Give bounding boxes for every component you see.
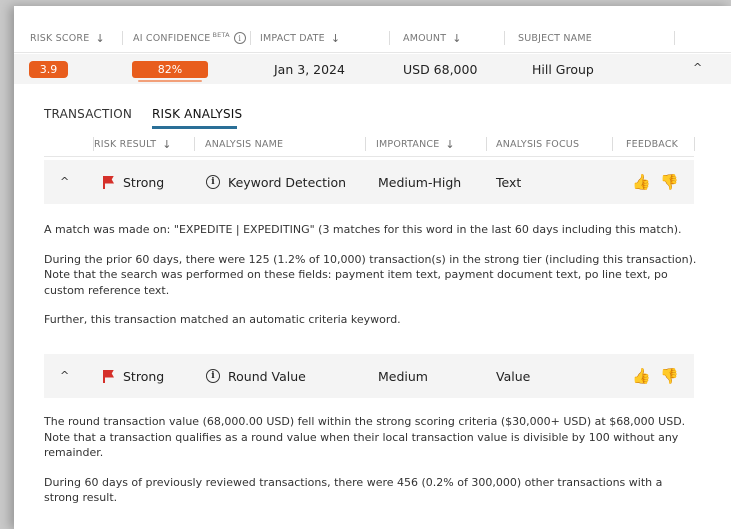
column-ai-confidence[interactable]: AI CONFIDENCE BETA i xyxy=(133,23,246,53)
thumbs-up-icon[interactable]: 👍 xyxy=(632,367,651,385)
analysis-table-header: RISK RESULT ↓ ANALYSIS NAME IMPORTANCE ↓… xyxy=(44,131,695,157)
column-amount[interactable]: AMOUNT ↓ xyxy=(403,23,462,53)
column-risk-result-label: RISK RESULT xyxy=(94,138,157,150)
risk-result-label: Strong xyxy=(123,174,165,190)
analysis-description-keyword-detection: A match was made on: "EXPEDITE | EXPEDIT… xyxy=(44,222,699,342)
tab-transaction[interactable]: TRANSACTION xyxy=(44,107,132,121)
sort-arrow-icon[interactable]: ↓ xyxy=(95,32,104,45)
column-impact-date-label: IMPACT DATE xyxy=(260,32,325,44)
collapse-chevron-icon[interactable]: ^ xyxy=(60,369,69,382)
importance-cell: Medium-High xyxy=(378,174,462,190)
column-importance[interactable]: IMPORTANCE ↓ xyxy=(376,131,455,157)
column-subject-name[interactable]: SUBJECT NAME xyxy=(518,23,592,53)
sort-arrow-icon[interactable]: ↓ xyxy=(331,32,340,45)
analysis-name-label: Round Value xyxy=(228,368,306,384)
column-divider xyxy=(504,31,505,45)
importance-cell: Medium xyxy=(378,368,428,384)
column-risk-result[interactable]: RISK RESULT ↓ xyxy=(94,131,172,157)
analysis-focus-cell: Value xyxy=(496,368,531,384)
column-risk-score-label: RISK SCORE xyxy=(30,32,90,44)
column-ai-confidence-label: AI CONFIDENCE xyxy=(133,32,211,44)
column-feedback-label: FEEDBACK xyxy=(626,138,679,150)
column-divider xyxy=(365,137,366,151)
ai-confidence-bar: 82% xyxy=(132,61,208,82)
transaction-row[interactable]: 3.9 82% Jan 3, 2024 USD 68,000 Hill Grou… xyxy=(14,54,731,84)
column-subject-name-label: SUBJECT NAME xyxy=(518,32,592,44)
collapse-chevron-icon[interactable]: ^ xyxy=(693,61,702,74)
column-analysis-focus[interactable]: ANALYSIS FOCUS xyxy=(496,131,579,157)
description-paragraph: Further, this transaction matched an aut… xyxy=(44,313,401,326)
analysis-name-cell: i Round Value xyxy=(206,354,306,398)
column-risk-score[interactable]: RISK SCORE ↓ xyxy=(30,23,105,53)
analysis-name-label: Keyword Detection xyxy=(228,174,347,190)
sort-arrow-icon[interactable]: ↓ xyxy=(162,138,171,151)
thumbs-down-icon[interactable]: 👎 xyxy=(660,173,679,191)
analysis-focus-cell: Text xyxy=(496,174,522,190)
column-divider xyxy=(194,137,195,151)
column-analysis-name[interactable]: ANALYSIS NAME xyxy=(205,131,283,157)
column-divider xyxy=(694,137,695,151)
info-icon[interactable]: i xyxy=(206,175,220,189)
sort-arrow-icon[interactable]: ↓ xyxy=(452,32,461,45)
description-paragraph: The round transaction value (68,000.00 U… xyxy=(44,415,686,459)
flag-icon xyxy=(103,175,115,189)
column-analysis-focus-label: ANALYSIS FOCUS xyxy=(496,138,580,150)
column-importance-label: IMPORTANCE xyxy=(376,138,440,150)
beta-badge: BETA xyxy=(212,31,230,39)
risk-score-badge: 3.9 xyxy=(29,61,68,78)
column-feedback: FEEDBACK xyxy=(626,131,678,157)
thumbs-down-icon[interactable]: 👎 xyxy=(660,367,679,385)
active-tab-indicator xyxy=(152,126,237,129)
transaction-panel: RISK SCORE ↓ AI CONFIDENCE BETA i IMPACT… xyxy=(14,6,731,529)
column-divider xyxy=(250,31,251,45)
column-divider xyxy=(612,137,613,151)
column-divider xyxy=(122,31,123,45)
subject-name-cell: Hill Group xyxy=(532,61,594,77)
analysis-row-round-value[interactable]: ^ Strong i Round Value Medium Value 👍 👎 xyxy=(44,354,694,398)
info-icon[interactable]: i xyxy=(233,32,246,44)
sort-arrow-icon[interactable]: ↓ xyxy=(445,138,454,151)
impact-date-cell: Jan 3, 2024 xyxy=(274,61,345,77)
column-divider xyxy=(389,31,390,45)
risk-result-cell: Strong xyxy=(103,354,164,398)
risk-result-label: Strong xyxy=(123,368,165,384)
risk-result-cell: Strong xyxy=(103,160,164,204)
analysis-name-cell: i Keyword Detection xyxy=(206,160,346,204)
column-impact-date[interactable]: IMPACT DATE ↓ xyxy=(260,23,340,53)
description-paragraph: During the prior 60 days, there were 125… xyxy=(44,252,697,297)
tab-risk-analysis[interactable]: RISK ANALYSIS xyxy=(152,107,242,121)
thumbs-up-icon[interactable]: 👍 xyxy=(632,173,651,191)
flag-icon xyxy=(103,369,115,383)
info-icon[interactable]: i xyxy=(206,369,220,383)
collapse-chevron-icon[interactable]: ^ xyxy=(60,175,69,188)
column-analysis-name-label: ANALYSIS NAME xyxy=(205,138,284,150)
description-paragraph: During 60 days of previously reviewed tr… xyxy=(44,475,663,505)
analysis-description-round-value: The round transaction value (68,000.00 U… xyxy=(44,414,699,520)
description-paragraph: A match was made on: "EXPEDITE | EXPEDIT… xyxy=(44,223,682,236)
column-amount-label: AMOUNT xyxy=(403,32,447,44)
column-divider xyxy=(486,137,487,151)
analysis-row-keyword-detection[interactable]: ^ Strong i Keyword Detection Medium-High… xyxy=(44,160,694,204)
amount-cell: USD 68,000 xyxy=(403,61,478,77)
transactions-table-header: RISK SCORE ↓ AI CONFIDENCE BETA i IMPACT… xyxy=(14,23,731,53)
column-divider xyxy=(674,31,675,45)
